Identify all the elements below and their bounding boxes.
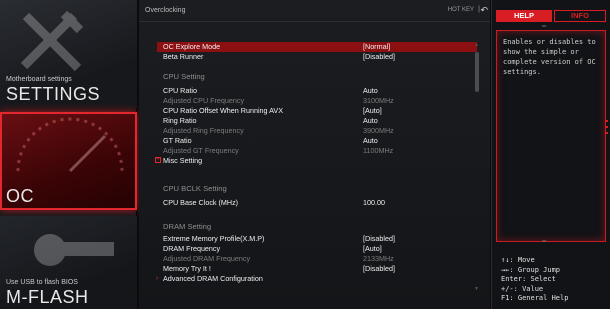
setting-value[interactable]: Auto: [363, 86, 378, 96]
key-hint: F1: General Help: [501, 294, 569, 302]
setting-row[interactable]: Adjusted GT Frequency 1100MHz: [157, 146, 477, 156]
setting-row[interactable]: CPU Ratio Offset When Running AVX [Auto]: [157, 106, 477, 116]
scroll-up-icon[interactable]: ▲: [474, 42, 479, 48]
settings-title: SETTINGS: [6, 84, 101, 104]
setting-value[interactable]: 3100MHz: [363, 96, 394, 106]
sidebar-item-mflash[interactable]: Use USB to flash BIOS M-FLASH: [0, 216, 137, 309]
setting-row[interactable]: GT Ratio Auto: [157, 136, 477, 146]
setting-label: Extreme Memory Profile(X.M.P): [163, 234, 265, 243]
setting-value[interactable]: [Normal]: [363, 42, 390, 52]
setting-value[interactable]: Auto: [363, 136, 378, 146]
setting-value[interactable]: 2133MHz: [363, 254, 394, 264]
setting-label: Adjusted GT Frequency: [163, 146, 239, 155]
mflash-title: M-FLASH: [6, 287, 89, 307]
key-hint: Enter: Select: [501, 275, 556, 283]
settings-subtitle: Motherboard settings: [6, 76, 72, 83]
setting-label: DRAM Frequency: [163, 244, 221, 253]
setting-label: Advanced DRAM Configuration: [163, 274, 263, 283]
setting-label: Misc Setting: [163, 156, 203, 165]
usb-flash-icon: [34, 234, 114, 266]
setting-row[interactable]: › Advanced DRAM Configuration: [156, 274, 477, 284]
setting-row[interactable]: DRAM Frequency [Auto]: [157, 244, 477, 254]
section-header: CPU BCLK Setting: [157, 184, 477, 194]
setting-label: Adjusted DRAM Frequency: [163, 254, 251, 263]
setting-label: Adjusted CPU Frequency: [163, 96, 245, 105]
edge-marks: [605, 120, 608, 150]
setting-value[interactable]: [Auto]: [363, 106, 382, 116]
mflash-subtitle: Use USB to flash BIOS: [6, 279, 78, 286]
setting-label: DRAM Setting: [163, 222, 212, 231]
setting-row[interactable]: CPU Base Clock (MHz) 100.00: [157, 198, 477, 208]
tab-help[interactable]: HELP: [496, 10, 552, 22]
setting-row[interactable]: Adjusted Ring Frequency 3900MHz: [157, 126, 477, 136]
page-title: Overclocking: [145, 7, 186, 14]
setting-row[interactable]: Ring Ratio Auto: [157, 116, 477, 126]
setting-value[interactable]: 3900MHz: [363, 126, 394, 136]
back-icon[interactable]: ↶: [480, 5, 488, 16]
submenu-arrow-icon: ›: [156, 275, 159, 282]
setting-label: OC Explore Mode: [163, 42, 221, 51]
section-header: CPU Setting: [157, 72, 477, 82]
setting-label: CPU BCLK Setting: [163, 184, 227, 193]
setting-label: CPU Base Clock (MHz): [163, 198, 239, 207]
oc-title: OC: [6, 186, 34, 206]
setting-row[interactable]: + Misc Setting: [155, 156, 477, 166]
setting-value[interactable]: [Auto]: [363, 244, 382, 254]
setting-row[interactable]: Extreme Memory Profile(X.M.P) [Disabled]: [157, 234, 477, 244]
key-legend: ↑↓: Move →←: Group Jump Enter: Select +/-: …: [501, 256, 568, 304]
setting-row[interactable]: CPU Ratio Auto: [157, 86, 477, 96]
setting-value[interactable]: Auto: [363, 116, 378, 126]
scroll-thumb[interactable]: [475, 52, 479, 92]
sidebar-item-oc[interactable]: OC: [0, 112, 137, 210]
setting-row[interactable]: Memory Try It ! [Disabled]: [157, 264, 477, 274]
section-header: DRAM Setting: [157, 222, 477, 232]
key-hint: →←: Group Jump: [501, 265, 561, 274]
setting-value[interactable]: 1100MHz: [363, 146, 393, 156]
key-hint: +/-: Value: [501, 284, 544, 293]
help-description-box: Enables or disables to show the simple o…: [496, 30, 606, 242]
main-panel: Overclocking HOT KEY | ↶ OC Explore Mode…: [139, 0, 490, 309]
scroll-down-icon[interactable]: ▼: [474, 286, 479, 292]
setting-row[interactable]: Adjusted DRAM Frequency 2133MHz: [157, 254, 477, 264]
grip-icon-bottom: ═: [542, 239, 547, 245]
setting-label: Ring Ratio: [163, 116, 197, 125]
help-panel: HELP INFO ═ Enables or disables to show …: [491, 0, 610, 309]
expand-icon[interactable]: +: [155, 157, 161, 163]
setting-value[interactable]: [Disabled]: [363, 52, 395, 62]
setting-value[interactable]: [Disabled]: [363, 264, 395, 274]
setting-label: CPU Ratio Offset When Running AVX: [163, 106, 283, 115]
sidebar-item-settings[interactable]: Motherboard settings SETTINGS: [0, 0, 137, 108]
sidebar: Motherboard settings SETTINGS OC Use USB…: [0, 0, 137, 309]
setting-label: GT Ratio: [163, 136, 192, 145]
setting-value[interactable]: 100.00: [363, 198, 385, 208]
setting-label: Memory Try It !: [163, 264, 211, 273]
hotkey-button[interactable]: HOT KEY: [448, 7, 474, 13]
setting-label: CPU Ratio: [163, 86, 197, 95]
setting-row[interactable]: Beta Runner [Disabled]: [157, 52, 477, 62]
setting-row[interactable]: OC Explore Mode [Normal]: [157, 42, 477, 52]
setting-value[interactable]: [Disabled]: [363, 234, 395, 244]
tab-info[interactable]: INFO: [554, 10, 606, 22]
tools-icon: [20, 10, 84, 72]
speedometer-icon: [16, 117, 124, 173]
setting-label: Adjusted Ring Frequency: [163, 126, 244, 135]
setting-row[interactable]: Adjusted CPU Frequency 3100MHz: [157, 96, 477, 106]
key-hint: ↑↓: Move: [501, 256, 535, 264]
top-bar: Overclocking HOT KEY | ↶: [139, 0, 490, 22]
setting-label: CPU Setting: [163, 72, 205, 81]
help-text: Enables or disables to show the simple o…: [503, 38, 596, 76]
setting-label: Beta Runner: [163, 52, 204, 61]
scrollbar[interactable]: ▲ ▼: [474, 42, 480, 292]
